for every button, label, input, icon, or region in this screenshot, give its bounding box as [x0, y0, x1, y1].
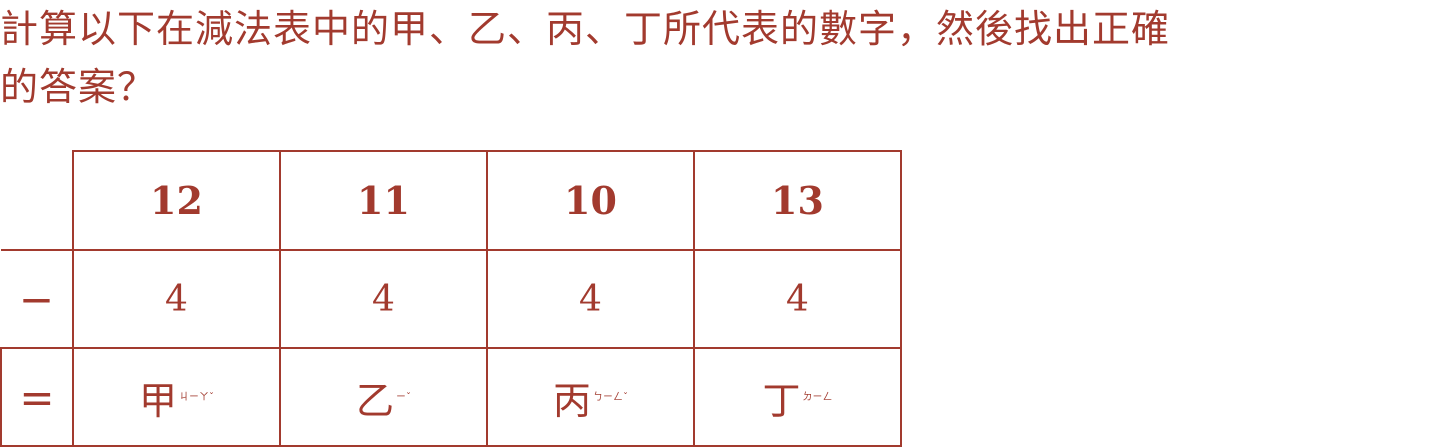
answer-ding: 丁 — [762, 378, 801, 423]
zhuyin-ding: ㄉㄧㄥ — [802, 391, 833, 403]
zhuyin-jia: ㄐㄧㄚˇ — [179, 391, 214, 403]
answer-yi: 乙 — [355, 378, 394, 423]
answer-bing: 丙 — [552, 378, 591, 423]
subtraction-table: 12 11 10 13 − 4 4 4 4 = 甲ㄐㄧㄚˇ 乙ㄧˇ 丙ㄅㄧㄥˇ … — [0, 150, 902, 447]
answer-cell-yi: 乙ㄧˇ — [279, 347, 488, 447]
equals-sign: = — [0, 347, 74, 447]
zhuyin-bing: ㄅㄧㄥˇ — [593, 391, 628, 403]
zhuyin-yi: ㄧˇ — [396, 391, 411, 403]
subtrahend-cell-2: 4 — [279, 249, 488, 349]
question-text: 計算以下在減法表中的甲、乙、丙、丁所代表的數字，然後找出正確 的答案？ — [0, 0, 1437, 116]
answer-row: = 甲ㄐㄧㄚˇ 乙ㄧˇ 丙ㄅㄧㄥˇ 丁ㄉㄧㄥ — [0, 347, 902, 447]
subtrahend-cell-1: 4 — [72, 249, 281, 349]
minuend-cell-4: 13 — [693, 150, 902, 251]
subtrahend-cell-3: 4 — [486, 249, 695, 349]
minuend-cell-2: 11 — [279, 150, 488, 251]
subtrahend-cell-4: 4 — [693, 249, 902, 349]
minus-sign: − — [1, 249, 74, 349]
answer-jia: 甲 — [138, 378, 177, 423]
answer-cell-jia: 甲ㄐㄧㄚˇ — [72, 347, 281, 447]
question-line-2: 的答案？ — [0, 65, 157, 109]
minuend-row: 12 11 10 13 — [1, 150, 902, 251]
minuend-operator-cell — [1, 151, 74, 251]
minuend-cell-1: 12 — [72, 150, 281, 251]
answer-cell-ding: 丁ㄉㄧㄥ — [693, 347, 902, 447]
minuend-cell-3: 10 — [486, 150, 695, 251]
question-line-1: 計算以下在減法表中的甲、乙、丙、丁所代表的數字，然後找出正確 — [0, 7, 1171, 51]
answer-cell-bing: 丙ㄅㄧㄥˇ — [486, 347, 695, 447]
subtrahend-row: − 4 4 4 4 — [1, 249, 902, 349]
